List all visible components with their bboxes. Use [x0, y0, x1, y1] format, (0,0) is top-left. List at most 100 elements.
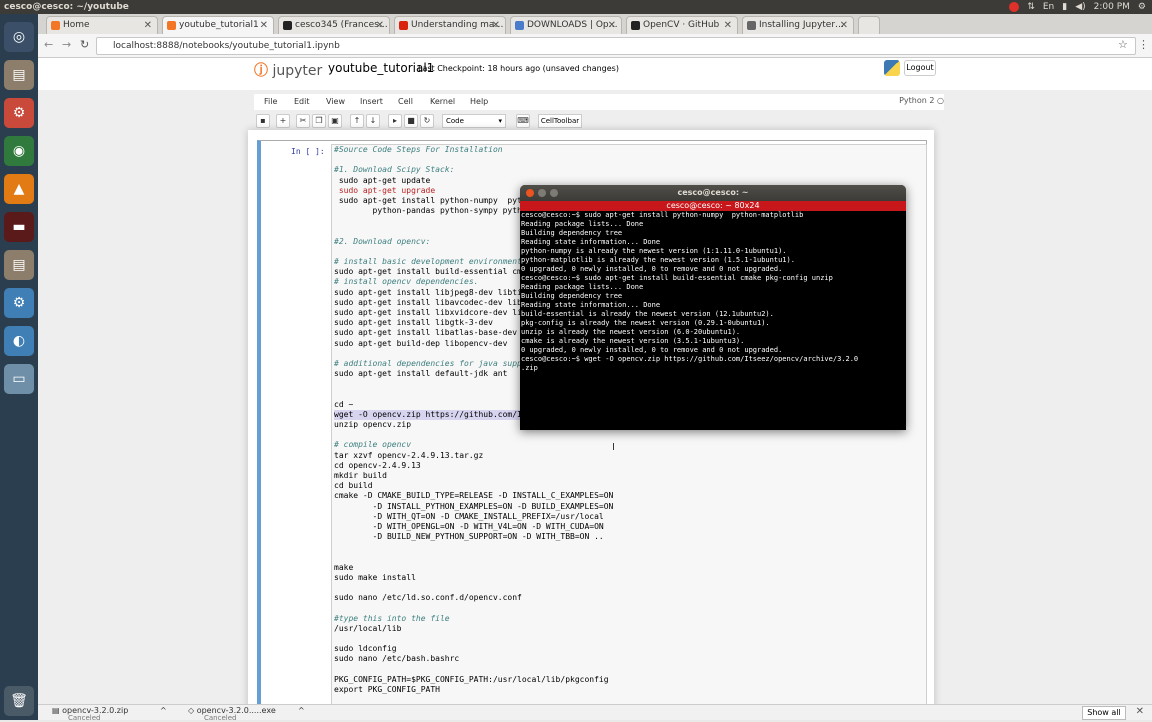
tab-youtube-tutorial1[interactable]: youtube_tutorial1 ✕: [162, 16, 274, 34]
github-icon: [631, 21, 640, 30]
settings-icon[interactable]: ⚙: [4, 98, 34, 128]
tab-installing-jupyter[interactable]: Installing Jupyter… ✕: [742, 16, 854, 34]
code-line: -D BUILD_NEW_PYTHON_SUPPORT=ON -D WITH_T…: [334, 532, 604, 542]
close-icon[interactable]: ✕: [260, 17, 268, 34]
code-line: tar xzvf opencv-2.4.9.13.tar.gz: [334, 450, 484, 460]
trash-icon[interactable]: 🗑: [4, 686, 34, 716]
jupyter-header: ⓙ jupyter youtube_tutorial1 Last Checkpo…: [38, 58, 1152, 90]
menu-icon[interactable]: ⋮: [1138, 38, 1149, 51]
logout-button[interactable]: Logout: [904, 60, 936, 76]
terminal-titlebar[interactable]: cesco@cesco: ~: [520, 185, 906, 201]
terminal-line: Reading state information... Done: [521, 301, 661, 309]
tab-label: Understanding ma…: [411, 20, 504, 30]
close-icon[interactable]: ✕: [724, 17, 732, 34]
disk-icon[interactable]: ▭: [4, 364, 34, 394]
address-bar[interactable]: localhost:8888/notebooks/youtube_tutoria…: [96, 37, 1136, 55]
menu-view[interactable]: View: [326, 97, 345, 106]
tab-github-cesco345[interactable]: cesco345 (Frances… ✕: [278, 16, 390, 34]
paste-icon[interactable]: ▣: [328, 114, 342, 128]
chrome-icon[interactable]: ◉: [4, 136, 34, 166]
clock[interactable]: 2:00 PM: [1094, 0, 1130, 14]
code-line: sudo nano /etc/bash.bashrc: [334, 654, 460, 664]
terminal-line: cesco@cesco:~$ sudo apt-get install buil…: [521, 274, 833, 282]
record-icon[interactable]: [1009, 2, 1020, 12]
close-icon[interactable]: ✕: [492, 17, 500, 34]
save-icon[interactable]: ▪: [256, 114, 270, 128]
menu-kernel[interactable]: Kernel: [430, 97, 455, 106]
kernel-name: Python 2: [899, 96, 935, 105]
restart-icon[interactable]: ↻: [420, 114, 434, 128]
copy-icon[interactable]: ❐: [312, 114, 326, 128]
keyboard-indicator[interactable]: En: [1043, 0, 1054, 14]
checkpoint-status: Last Checkpoint: 18 hours ago (unsaved c…: [418, 64, 619, 73]
run-icon[interactable]: ▸: [388, 114, 402, 128]
network-icon[interactable]: ⇅: [1027, 0, 1035, 14]
code-line: make: [334, 562, 354, 572]
back-icon[interactable]: ←: [44, 38, 53, 51]
kernel-indicator: Python 2 ○: [899, 96, 944, 105]
tab-understanding[interactable]: Understanding ma… ✕: [394, 16, 506, 34]
settings-icon[interactable]: ⚙: [4, 288, 34, 318]
maximize-icon[interactable]: [550, 189, 558, 197]
forward-icon[interactable]: →: [62, 38, 71, 51]
menu-cell[interactable]: Cell: [398, 97, 413, 106]
stop-icon[interactable]: ■: [404, 114, 418, 128]
network-icon[interactable]: ◐: [4, 326, 34, 356]
close-icon[interactable]: ✕: [144, 17, 152, 34]
code-line: #Source Code Steps For Installation: [334, 145, 503, 154]
close-icon[interactable]: ✕: [840, 17, 848, 34]
celltoolbar-button[interactable]: CellToolbar: [538, 114, 582, 128]
terminal-icon[interactable]: ▬: [4, 212, 34, 242]
chevron-up-icon[interactable]: ^: [298, 706, 305, 715]
ubuntu-icon[interactable]: ◎: [4, 22, 34, 52]
tab-downloads[interactable]: DOWNLOADS | Op… ✕: [510, 16, 622, 34]
terminal-output[interactable]: cesco@cesco:~$ sudo apt-get install pyth…: [520, 211, 906, 430]
move-down-icon[interactable]: ↓: [366, 114, 380, 128]
files-icon[interactable]: ▤: [4, 60, 34, 90]
terminal-line: 0 upgraded, 0 newly installed, 0 to remo…: [521, 346, 783, 354]
menu-file[interactable]: File: [264, 97, 277, 106]
menu-insert[interactable]: Insert: [360, 97, 383, 106]
close-icon[interactable]: ✕: [1136, 706, 1144, 717]
terminal-tab[interactable]: cesco@cesco: ~ 80x24: [520, 201, 906, 211]
move-up-icon[interactable]: ↑: [350, 114, 364, 128]
tab-opencv-github[interactable]: OpenCV · GitHub ✕: [626, 16, 738, 34]
close-icon[interactable]: ✕: [376, 17, 384, 34]
insert-cell-icon[interactable]: +: [276, 114, 290, 128]
tab-home[interactable]: Home ✕: [46, 16, 158, 34]
power-icon[interactable]: ⚙: [1138, 0, 1146, 14]
files-icon[interactable]: ▤: [4, 250, 34, 280]
minimize-icon[interactable]: [538, 189, 546, 197]
tab-label: DOWNLOADS | Op…: [527, 20, 618, 30]
menu-edit[interactable]: Edit: [294, 97, 310, 106]
terminal-window[interactable]: cesco@cesco: ~ cesco@cesco: ~ 80x24 cesc…: [520, 185, 906, 430]
reload-icon[interactable]: ↻: [80, 38, 89, 51]
vlc-icon[interactable]: ▲: [4, 174, 34, 204]
jupyter-logo[interactable]: ⓙ jupyter: [254, 60, 322, 80]
terminal-line: Building dependency tree: [521, 292, 623, 300]
close-icon[interactable]: [526, 189, 534, 197]
bookmark-star-icon[interactable]: ☆: [1118, 38, 1128, 51]
site-icon: [399, 21, 408, 30]
zip-file-icon: ▤: [52, 706, 60, 715]
menu-help[interactable]: Help: [470, 97, 488, 106]
cut-icon[interactable]: ✂: [296, 114, 310, 128]
code-line: # compile opencv: [334, 440, 412, 450]
terminal-line: Reading package lists... Done: [521, 220, 644, 228]
keyboard-icon[interactable]: ⌨: [516, 114, 530, 128]
volume-icon[interactable]: ◀): [1075, 0, 1085, 14]
terminal-line: cmake is already the newest version (3.5…: [521, 337, 745, 345]
terminal-line: unzip is already the newest version (6.0…: [521, 328, 741, 336]
cell-type-select[interactable]: Code ▾: [442, 114, 506, 128]
show-all-button[interactable]: Show all: [1082, 706, 1126, 720]
close-icon[interactable]: ✕: [608, 17, 616, 34]
exe-file-icon: ◇: [188, 706, 195, 715]
terminal-line: 0 upgraded, 0 newly installed, 0 to remo…: [521, 265, 783, 273]
battery-icon[interactable]: ▮: [1062, 0, 1067, 14]
jupyter-icon: [51, 21, 60, 30]
new-tab-button[interactable]: [858, 16, 880, 34]
chevron-up-icon[interactable]: ^: [160, 706, 167, 715]
